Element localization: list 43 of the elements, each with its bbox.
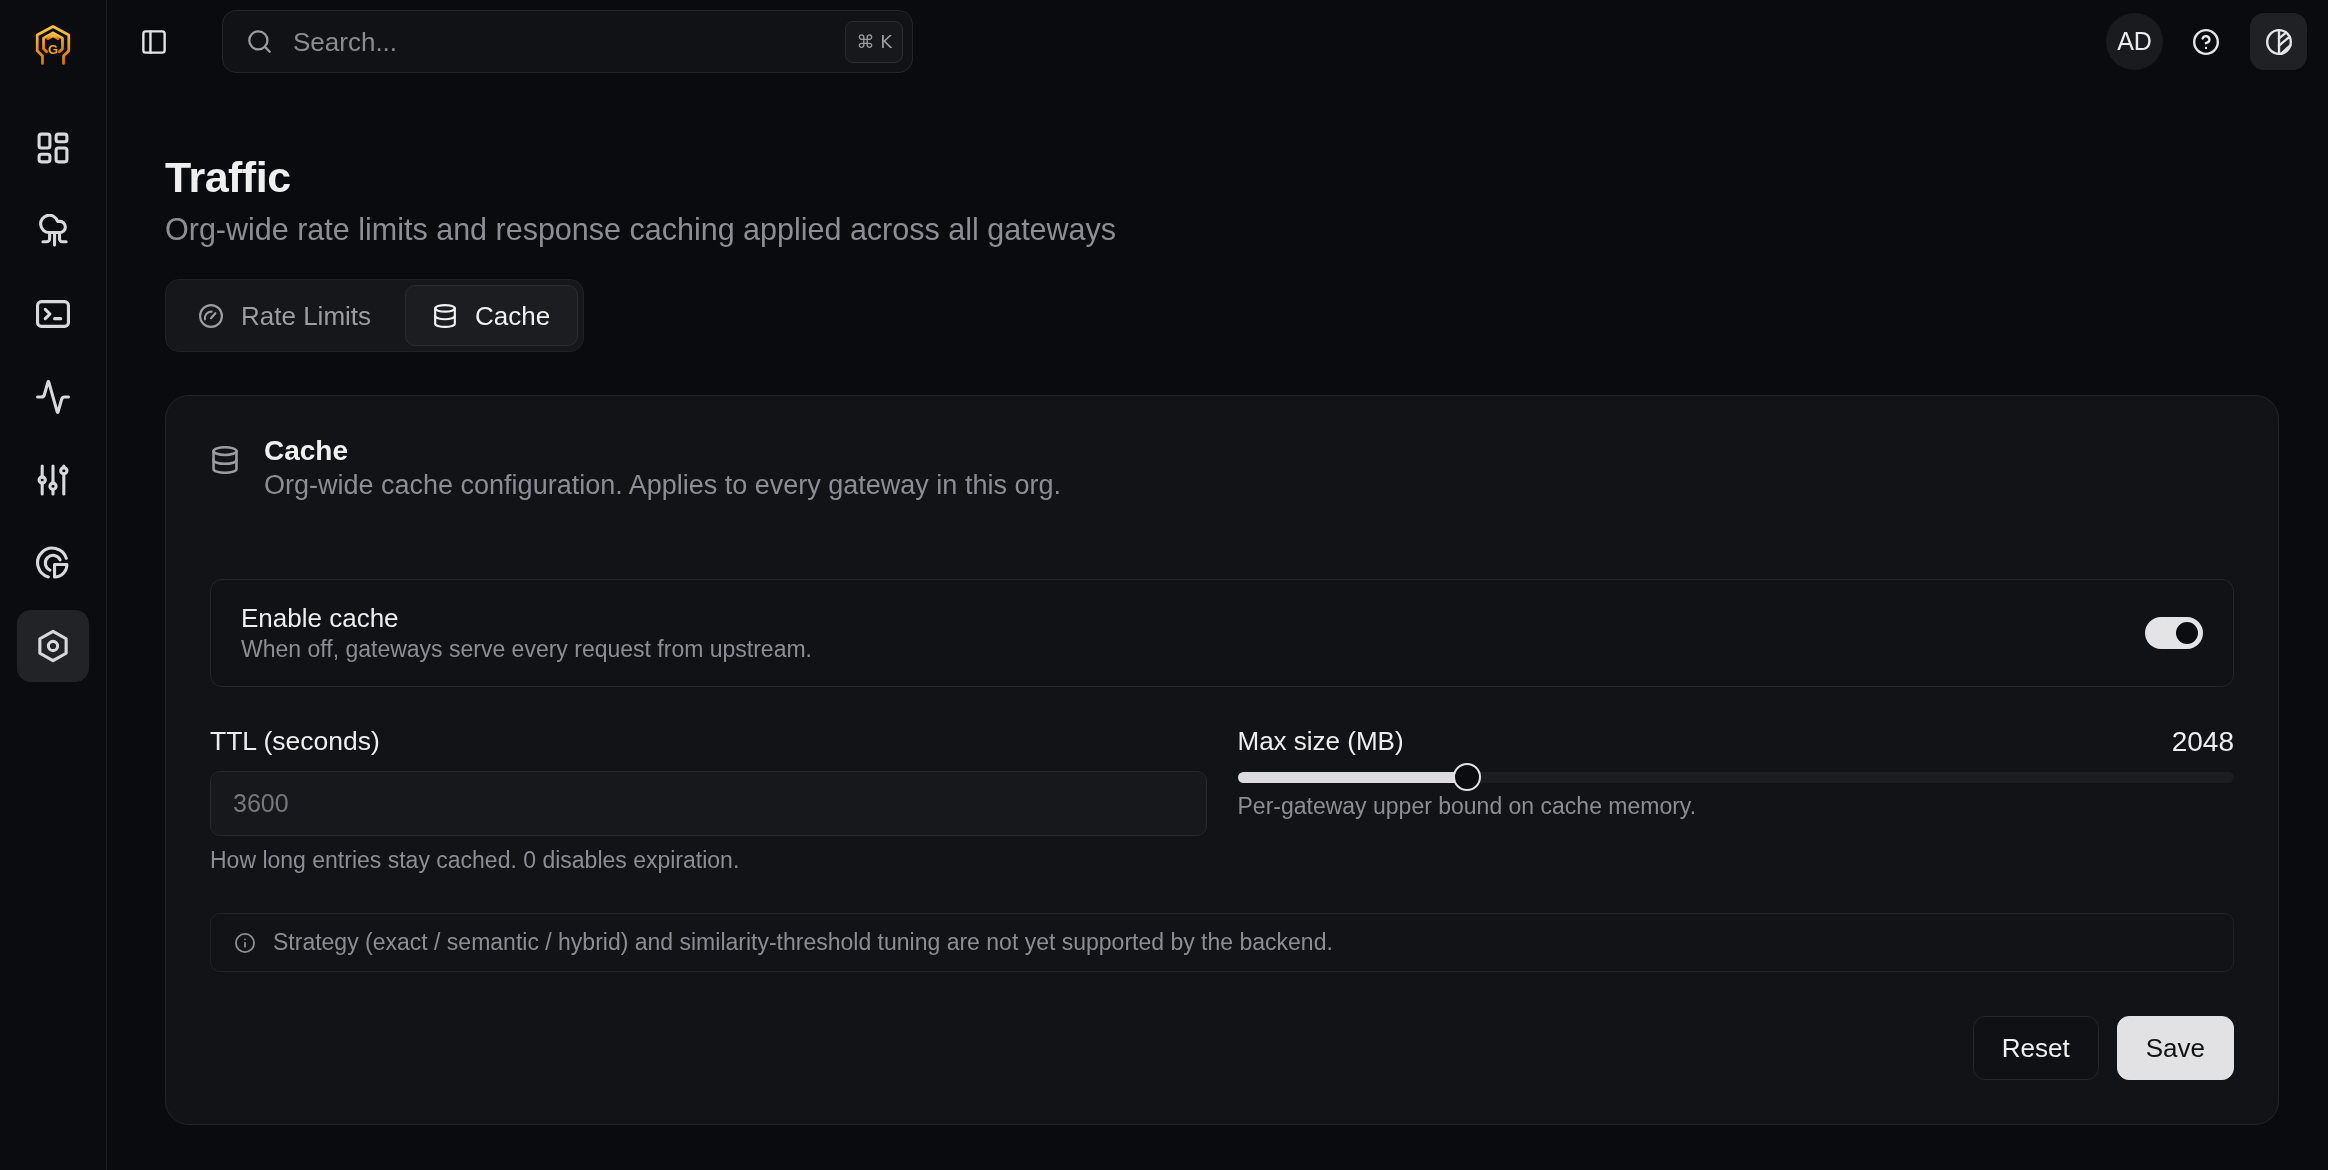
gauge-icon: [199, 303, 223, 328]
setting-description: When off, gateways serve every request from upstream.: [241, 636, 812, 663]
page-title: Traffic: [165, 152, 291, 202]
database-icon: [212, 446, 238, 474]
field-hint: How long entries stay cached. 0 disables expiration.: [210, 847, 740, 874]
setting-label: Enable cache: [241, 603, 399, 634]
logo-drawing: [35, 25, 71, 65]
sliders-icon: [36, 463, 70, 497]
dashboard-icon: [36, 131, 70, 165]
search-icon: [247, 29, 272, 54]
tab[interactable]: Rate Limits: [171, 285, 400, 346]
chart-pie-icon: [36, 546, 70, 580]
card-description: Org-wide cache configuration. Applies to every gateway in this org.: [264, 470, 1061, 500]
toggle-switch[interactable]: [2145, 617, 2203, 649]
note-text: Strategy (exact / semantic / hybrid) and similarity-threshold tuning are not yet supported by the backend.: [273, 929, 1333, 956]
logo-letter: G: [47, 43, 59, 56]
user-avatar[interactable]: AD: [2106, 13, 2163, 70]
slider-track[interactable]: [1237, 763, 2234, 791]
nav-item[interactable]: [17, 610, 89, 682]
search-field[interactable]: Search... ⌘ K: [222, 10, 913, 73]
help-icon[interactable]: [2193, 28, 2219, 55]
field-hint: Per-gateway upper bound on cache memory.: [1237, 793, 1697, 820]
hexagon-icon: [36, 629, 70, 663]
field-label: TTL (seconds): [210, 726, 380, 757]
terminal-icon: [36, 297, 70, 331]
shortcut-key: ⌘ K: [845, 20, 903, 63]
secondary-button[interactable]: Reset: [1972, 1016, 2099, 1080]
cloud-network-icon: [36, 214, 70, 248]
ttl-input[interactable]: 3600: [210, 771, 1207, 836]
slider-value: 2048: [2171, 726, 2234, 757]
database-icon: [433, 303, 458, 328]
page-subtitle: Org-wide rate limits and response caching applied across all gateways: [165, 212, 1117, 246]
primary-button[interactable]: Save: [2116, 1016, 2234, 1080]
field-label: Max size (MB): [1237, 726, 1404, 757]
search-input[interactable]: Search...: [293, 25, 834, 58]
tab[interactable]: Cache: [405, 285, 579, 346]
theme-toggle-button[interactable]: [2250, 13, 2307, 70]
panel-left-icon[interactable]: [141, 28, 167, 55]
info-icon: [235, 932, 255, 953]
slider-thumb[interactable]: [1452, 763, 1481, 791]
contrast-icon: [2265, 28, 2292, 55]
card-title: Cache: [264, 434, 349, 468]
activity-icon: [36, 380, 70, 414]
